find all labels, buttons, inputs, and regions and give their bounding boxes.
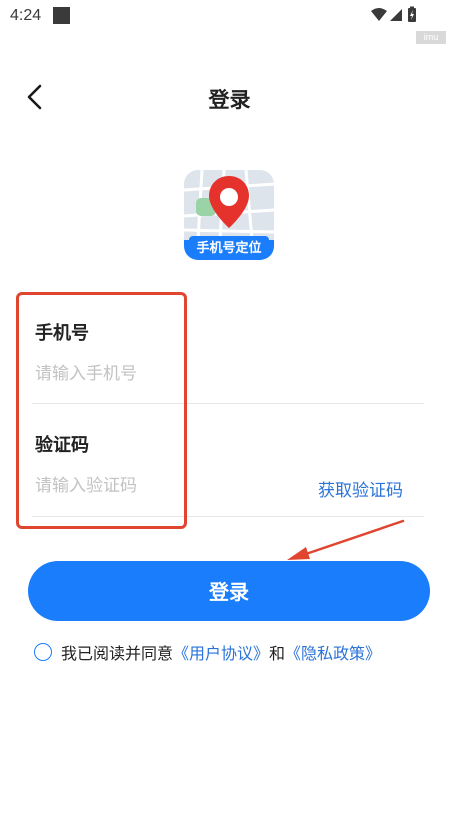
agreement-text: 我已阅读并同意	[61, 644, 174, 663]
signal-icon	[390, 9, 402, 21]
status-icons	[369, 6, 427, 30]
user-agreement-link[interactable]: 《用户协议》	[173, 640, 269, 664]
phone-label: 手机号	[35, 323, 89, 344]
agreement-conjunction: 和	[269, 644, 286, 663]
code-label: 验证码	[35, 435, 89, 456]
page-title: 登录	[208, 88, 251, 112]
notification-icon	[53, 7, 70, 24]
imu-tag: imu	[416, 31, 446, 44]
agreement-checkbox[interactable]	[34, 643, 52, 661]
code-divider	[32, 516, 424, 517]
app-logo: 手机号定位	[184, 170, 274, 260]
arrow-annotation-icon	[287, 519, 405, 560]
wifi-icon	[371, 8, 387, 21]
phone-divider	[32, 403, 424, 404]
battery-icon	[408, 6, 416, 22]
status-bar: 4:24 imu	[0, 0, 459, 44]
code-input[interactable]	[35, 476, 255, 496]
agreement-row: 我已阅读并同意 《用户协议》 和 《隐私政策》	[34, 640, 381, 664]
phone-input[interactable]	[35, 364, 295, 384]
logo-text: 手机号定位	[196, 240, 261, 256]
get-code-button[interactable]: 获取验证码	[318, 476, 403, 501]
login-button[interactable]: 登录	[28, 561, 430, 621]
status-time: 4:24	[10, 7, 42, 24]
privacy-policy-link[interactable]: 《隐私政策》	[285, 640, 381, 664]
